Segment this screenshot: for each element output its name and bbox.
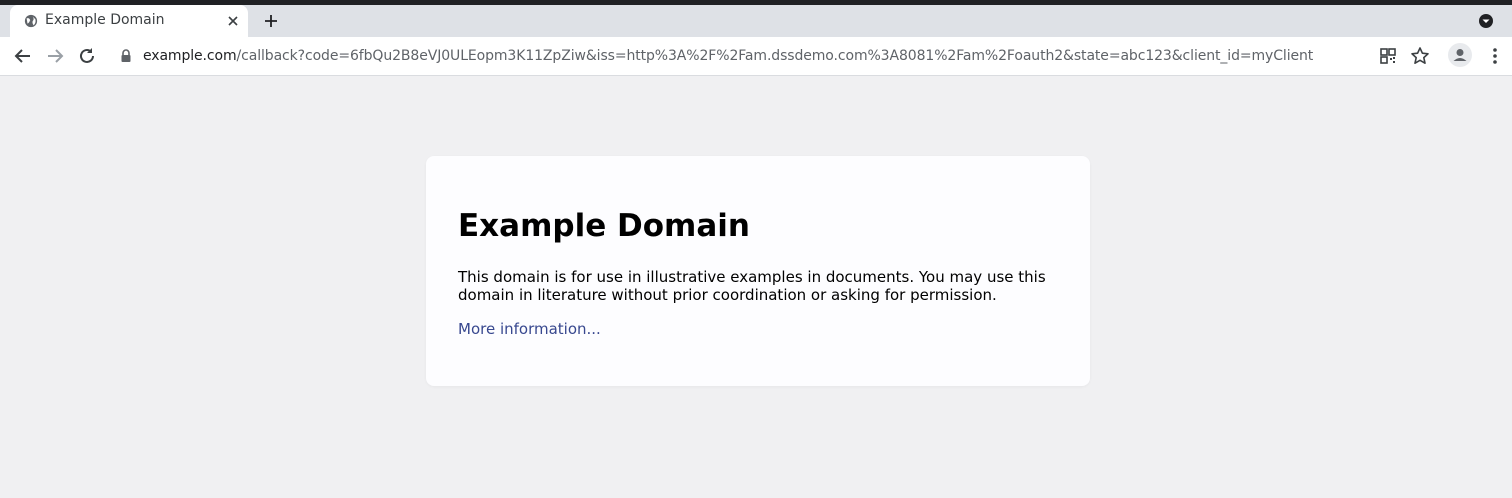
page-description: This domain is for use in illustrative e… [458, 268, 1046, 304]
profile-avatar[interactable] [1448, 43, 1472, 67]
tab-example-domain[interactable]: Example Domain [10, 5, 248, 37]
tab-strip: Example Domain [0, 5, 1512, 37]
url-path: /callback?code=6fbQu2B8eVJ0ULEopm3K11ZpZ… [236, 48, 1314, 64]
star-icon[interactable] [1409, 45, 1431, 67]
person-icon [1453, 49, 1467, 61]
page-heading: Example Domain [458, 208, 750, 244]
close-icon[interactable] [226, 14, 240, 28]
globe-icon [24, 14, 38, 28]
address-bar[interactable]: example.com/callback?code=6fbQu2B8eVJ0UL… [110, 41, 1440, 71]
url-text[interactable]: example.com/callback?code=6fbQu2B8eVJ0UL… [143, 48, 1313, 64]
tab-title: Example Domain [45, 12, 165, 28]
more-information-link[interactable]: More information... [458, 320, 601, 338]
page-viewport: Example Domain This domain is for use in… [0, 76, 1512, 498]
arrow-right-icon[interactable] [44, 45, 66, 67]
url-host: example.com [143, 48, 237, 64]
lock-icon [121, 49, 131, 62]
more-vertical-icon[interactable] [1484, 45, 1506, 67]
chevron-down-circle-icon[interactable] [1476, 11, 1496, 31]
reload-icon[interactable] [76, 45, 98, 67]
arrow-left-icon[interactable] [12, 45, 34, 67]
plus-icon[interactable] [261, 11, 281, 31]
browser-toolbar: example.com/callback?code=6fbQu2B8eVJ0UL… [0, 37, 1512, 76]
content-card: Example Domain This domain is for use in… [426, 156, 1090, 386]
qr-code-icon[interactable] [1377, 45, 1399, 67]
